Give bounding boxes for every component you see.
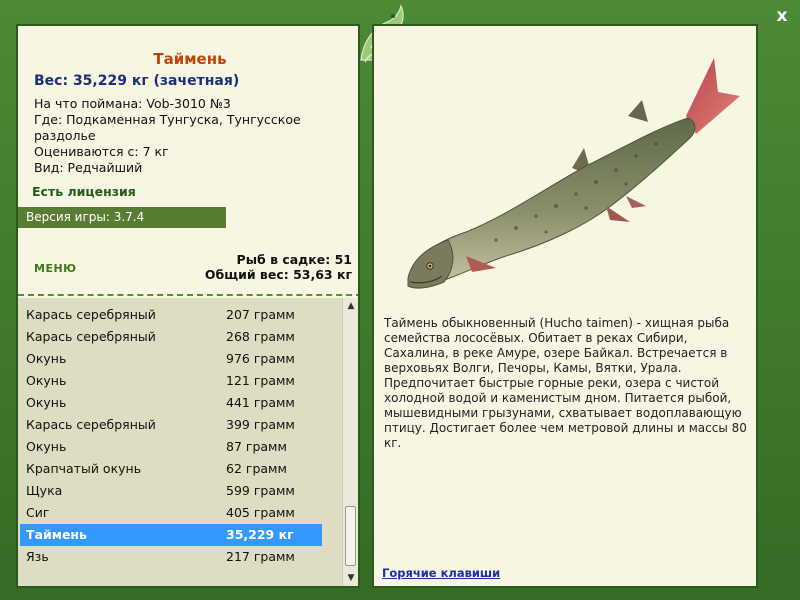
hotkeys-link[interactable]: Горячие клавиши [382, 566, 500, 580]
catch-row[interactable]: Окунь 87 грамм [20, 436, 322, 458]
catch-fish-weight: 87 грамм [226, 439, 287, 454]
catch-fish-name: Окунь [26, 395, 67, 410]
fish-info-panel: Таймень Вес: 35,229 кг (зачетная) На что… [16, 24, 360, 588]
catch-fish-name: Окунь [26, 439, 67, 454]
catch-fish-name: Окунь [26, 373, 67, 388]
fish-picture-panel: Таймень обыкновенный (Hucho taimen) - хи… [372, 24, 758, 588]
catch-fish-weight: 62 грамм [226, 461, 287, 476]
catch-fish-name: Карась серебряный [26, 329, 156, 344]
catch-row[interactable]: Язь 217 грамм [20, 546, 322, 568]
fish-bait: На что поймана: Vob-3010 №3 [34, 96, 231, 111]
game-version: Версия игры: 3.7.4 [18, 207, 226, 228]
catch-fish-name: Карась серебряный [26, 307, 156, 322]
catch-fish-weight: 441 грамм [226, 395, 295, 410]
catch-fish-name: Карась серебряный [26, 417, 156, 432]
catch-row[interactable]: Карась серебряный 399 грамм [20, 414, 322, 436]
divider [18, 294, 358, 296]
catch-row[interactable]: Щука 599 грамм [20, 480, 322, 502]
scroll-thumb[interactable] [345, 506, 356, 566]
catch-fish-weight: 976 грамм [226, 351, 295, 366]
catch-fish-weight: 217 грамм [226, 549, 295, 564]
catch-list[interactable]: Карась серебряный 207 грамм Карась серебря… [18, 298, 342, 586]
fish-location: Где: Подкаменная Тунгуска, Тунгусское ра… [34, 112, 301, 143]
catch-fish-name: Язь [26, 549, 49, 564]
fish-title: Таймень [153, 50, 227, 68]
catch-fish-weight: 268 грамм [226, 329, 295, 344]
catch-row[interactable]: Окунь 121 грамм [20, 370, 322, 392]
fish-min-weight: Оцениваются с: 7 кг [34, 144, 169, 159]
menu-button[interactable]: МЕНЮ [34, 262, 77, 275]
cage-fish-count: Рыб в садке: 51 [236, 252, 352, 267]
fish-weight: Вес: 35,229 кг (зачетная) [34, 73, 240, 89]
catch-row[interactable]: Карась серебряный 268 грамм [20, 326, 322, 348]
catch-fish-weight: 207 грамм [226, 307, 295, 322]
fish-details: На что поймана: Vob-3010 №3 Где: Подкаме… [34, 96, 334, 176]
catch-fish-weight: 405 грамм [226, 505, 295, 520]
catch-row[interactable]: Сиг 405 грамм [20, 502, 322, 524]
scroll-up-arrow-icon[interactable]: ▲ [343, 298, 358, 314]
fish-description: Таймень обыкновенный (Hucho taimen) - хи… [384, 316, 747, 450]
cage-total-weight: Общий вес: 53,63 кг [204, 267, 352, 282]
fish-kind: Вид: Редчайший [34, 160, 143, 175]
catch-fish-name: Щука [26, 483, 63, 498]
catch-fish-name: Таймень [26, 527, 87, 542]
catch-row[interactable]: Окунь 976 грамм [20, 348, 322, 370]
catch-row[interactable]: Карась серебряный 207 грамм [20, 304, 322, 326]
license-status: Есть лицензия [32, 184, 136, 199]
scroll-down-arrow-icon[interactable]: ▼ [343, 570, 358, 586]
catch-row[interactable]: Таймень 35,229 кг [20, 524, 322, 546]
close-button[interactable]: x [772, 6, 792, 26]
cage-stats: Рыб в садке: 51 Общий вес: 53,63 кг [205, 252, 352, 282]
catch-row[interactable]: Крапчатый окунь 62 грамм [20, 458, 322, 480]
taimen-fish-image [407, 58, 740, 289]
catch-fish-name: Крапчатый окунь [26, 461, 142, 476]
catch-fish-weight: 35,229 кг [226, 527, 294, 542]
catch-fish-weight: 599 грамм [226, 483, 295, 498]
catch-fish-name: Окунь [26, 351, 67, 366]
catch-fish-weight: 121 грамм [226, 373, 295, 388]
catch-fish-name: Сиг [26, 505, 50, 520]
catch-row[interactable]: Окунь 441 грамм [20, 392, 322, 414]
close-icon: x [776, 6, 788, 26]
catch-fish-weight: 399 грамм [226, 417, 295, 432]
catch-list-scrollbar[interactable]: ▲ ▼ [342, 298, 358, 586]
